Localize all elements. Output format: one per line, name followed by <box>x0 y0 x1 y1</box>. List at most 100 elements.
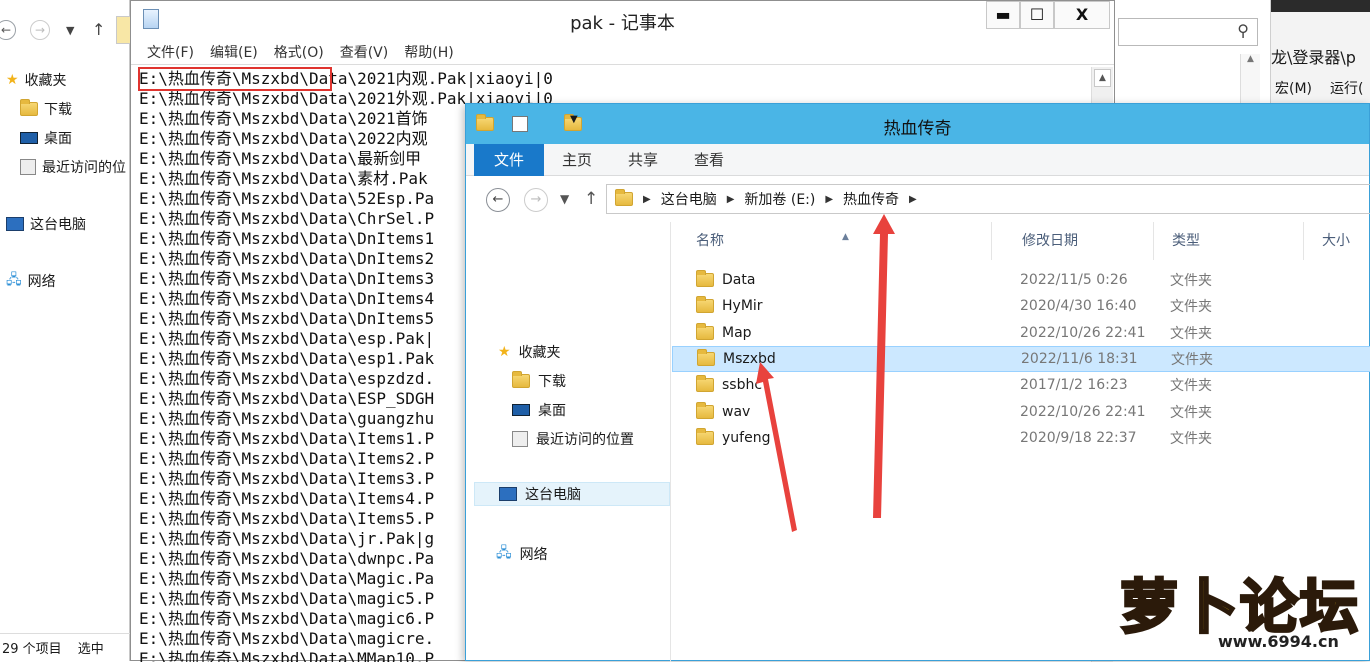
tab-home[interactable]: 主页 <box>546 144 608 176</box>
back-icon[interactable]: ← <box>486 188 510 212</box>
tree-desktop[interactable]: 桌面 <box>20 126 72 150</box>
window-title: pak - 记事本 <box>570 13 675 34</box>
file-name: wav <box>722 403 751 420</box>
minimize-button[interactable]: ▬ <box>986 1 1020 29</box>
menu-help[interactable]: 帮助(H) <box>404 42 453 62</box>
file-row-map[interactable]: Map 2022/10/26 22:41 文件夹 <box>672 320 1370 346</box>
column-date-modified[interactable]: 修改日期 <box>1004 222 1154 260</box>
computer-icon <box>6 217 24 231</box>
file-name: yufeng <box>722 429 771 446</box>
menu-file[interactable]: 文件(F) <box>147 42 194 62</box>
file-row-wav[interactable]: wav 2022/10/26 22:41 文件夹 <box>672 399 1370 425</box>
nav-favorites[interactable]: ★ 收藏夹 <box>498 340 561 364</box>
recent-places-icon <box>512 431 528 447</box>
explorer-titlebar[interactable]: ▼ 热血传奇 <box>466 104 1369 144</box>
file-type: 文件夹 <box>1170 273 1212 289</box>
close-button[interactable]: X <box>1054 1 1110 29</box>
forward-icon[interactable]: → <box>30 20 50 40</box>
breadcrumb-drive-e[interactable]: 新加卷 (E:) <box>744 189 815 209</box>
file-name: Map <box>722 324 752 341</box>
chevron-right-icon[interactable]: ▶ <box>727 194 735 205</box>
folder-icon <box>615 189 633 206</box>
maximize-button[interactable]: ☐ <box>1020 1 1054 29</box>
menu-edit[interactable]: 编辑(E) <box>210 42 258 62</box>
tree-recent[interactable]: 最近访问的位 <box>20 155 126 179</box>
address-bar[interactable]: ▶ 这台电脑 ▶ 新加卷 (E:) ▶ 热血传奇 ▶ <box>606 184 1370 214</box>
file-type: 文件夹 <box>1170 325 1212 342</box>
menu-bar: 文件(F) 编辑(E) 格式(O) 查看(V) 帮助(H) <box>131 39 1114 65</box>
path-highlight-box <box>138 67 332 91</box>
tree-this-pc[interactable]: 这台电脑 <box>6 212 86 236</box>
search-icon[interactable]: ⚲ <box>1237 21 1249 40</box>
file-date-modified: 2022/11/5 0:26 <box>1020 272 1128 288</box>
tab-file[interactable]: 文件 <box>474 144 544 176</box>
desktop-icon <box>512 404 530 416</box>
forward-icon[interactable]: → <box>524 188 548 212</box>
menu-format[interactable]: 格式(O) <box>274 42 324 62</box>
ribbon-tabs: 文件 主页 共享 查看 <box>466 144 1369 176</box>
tree-network[interactable]: 🖧 网络 <box>6 269 56 293</box>
tab-view[interactable]: 查看 <box>678 144 740 176</box>
chevron-right-icon[interactable]: ▶ <box>825 194 833 205</box>
chevron-right-icon[interactable]: ▶ <box>643 194 651 205</box>
file-name: Mszxbd <box>723 350 776 367</box>
nav-downloads[interactable]: 下载 <box>512 369 566 393</box>
menu-bar: 宏(M) 运行( <box>1275 78 1363 98</box>
file-row-ssbhc[interactable]: ssbhc 2017/1/2 16:23 文件夹 <box>672 372 1370 398</box>
scrollbar[interactable]: ▲ <box>1240 54 1260 104</box>
up-icon[interactable]: ↑ <box>92 20 105 39</box>
star-icon: ★ <box>6 72 19 88</box>
tree-downloads[interactable]: 下载 <box>20 97 72 121</box>
star-icon: ★ <box>498 344 511 360</box>
file-type: 文件夹 <box>1170 404 1212 421</box>
tree-favorites[interactable]: ★ 收藏夹 <box>6 68 67 92</box>
file-date-modified: 2022/11/6 18:31 <box>1021 350 1138 367</box>
downloads-folder-icon <box>20 99 38 116</box>
file-row-hymir[interactable]: HyMir 2020/4/30 16:40 文件夹 <box>672 293 1370 319</box>
file-name: ssbhc <box>722 377 763 394</box>
column-size[interactable]: 大小 <box>1304 222 1370 260</box>
folder-icon <box>696 375 714 393</box>
status-bar: 29 个项目 选中 <box>0 633 130 661</box>
up-icon[interactable]: ↑ <box>584 189 598 209</box>
forum-watermark-logo: 萝卜论坛 www.6994.cn <box>1118 560 1370 661</box>
downloads-folder-icon <box>512 371 530 388</box>
search-input[interactable]: ⚲ <box>1118 18 1258 46</box>
recent-locations-icon[interactable]: ▼ <box>560 192 569 206</box>
breadcrumb-current-folder[interactable]: 热血传奇 <box>843 189 899 209</box>
menu-view[interactable]: 查看(V) <box>340 42 389 62</box>
nav-network[interactable]: 🖧 网络 <box>496 542 548 566</box>
scroll-up-icon[interactable]: ▲ <box>1094 69 1111 87</box>
file-row-yufeng[interactable]: yufeng 2020/9/18 22:37 文件夹 <box>672 425 1370 451</box>
network-icon: 🖧 <box>496 545 512 561</box>
file-date-modified: 2022/10/26 22:41 <box>1020 324 1146 341</box>
computer-icon <box>499 487 517 501</box>
sort-ascending-icon: ▲ <box>842 232 849 242</box>
file-date-modified: 2020/9/18 22:37 <box>1020 429 1137 446</box>
file-row-data[interactable]: Data 2022/11/5 0:26 文件夹 <box>672 267 1370 293</box>
file-date-modified: 2022/10/26 22:41 <box>1020 403 1146 420</box>
column-type[interactable]: 类型 <box>1154 222 1304 260</box>
address-bar-edge[interactable] <box>116 16 130 44</box>
window-title: 热血传奇 <box>883 119 952 139</box>
nav-desktop[interactable]: 桌面 <box>512 398 566 422</box>
file-row-mszxbd[interactable]: Mszxbd 2022/11/6 18:31 文件夹 <box>672 345 1370 372</box>
column-name[interactable]: ▲ 名称 <box>672 222 992 260</box>
file-type: 文件夹 <box>1170 378 1212 395</box>
notepad-titlebar[interactable]: pak - 记事本 ▬ ☐ X <box>131 1 1114 39</box>
address-row: ← → ▼ ↑ ▶ 这台电脑 ▶ 新加卷 (E:) ▶ 热血传奇 ▶ <box>466 176 1370 222</box>
file-type: 文件夹 <box>1170 430 1212 447</box>
menu-macro[interactable]: 宏(M) <box>1275 78 1312 98</box>
file-type: 文件夹 <box>1170 299 1212 316</box>
folder-icon <box>697 348 715 366</box>
tab-share[interactable]: 共享 <box>612 144 674 176</box>
back-icon[interactable]: ← <box>0 20 16 40</box>
menu-run[interactable]: 运行( <box>1330 78 1363 98</box>
item-count: 29 个项目 <box>2 642 62 657</box>
network-icon: 🖧 <box>6 272 22 288</box>
breadcrumb-this-pc[interactable]: 这台电脑 <box>661 189 717 209</box>
nav-this-pc[interactable]: 这台电脑 <box>474 482 670 506</box>
nav-recent[interactable]: 最近访问的位置 <box>512 427 634 451</box>
history-dropdown-icon[interactable]: ▼ <box>66 24 74 37</box>
chevron-right-icon[interactable]: ▶ <box>909 194 917 205</box>
